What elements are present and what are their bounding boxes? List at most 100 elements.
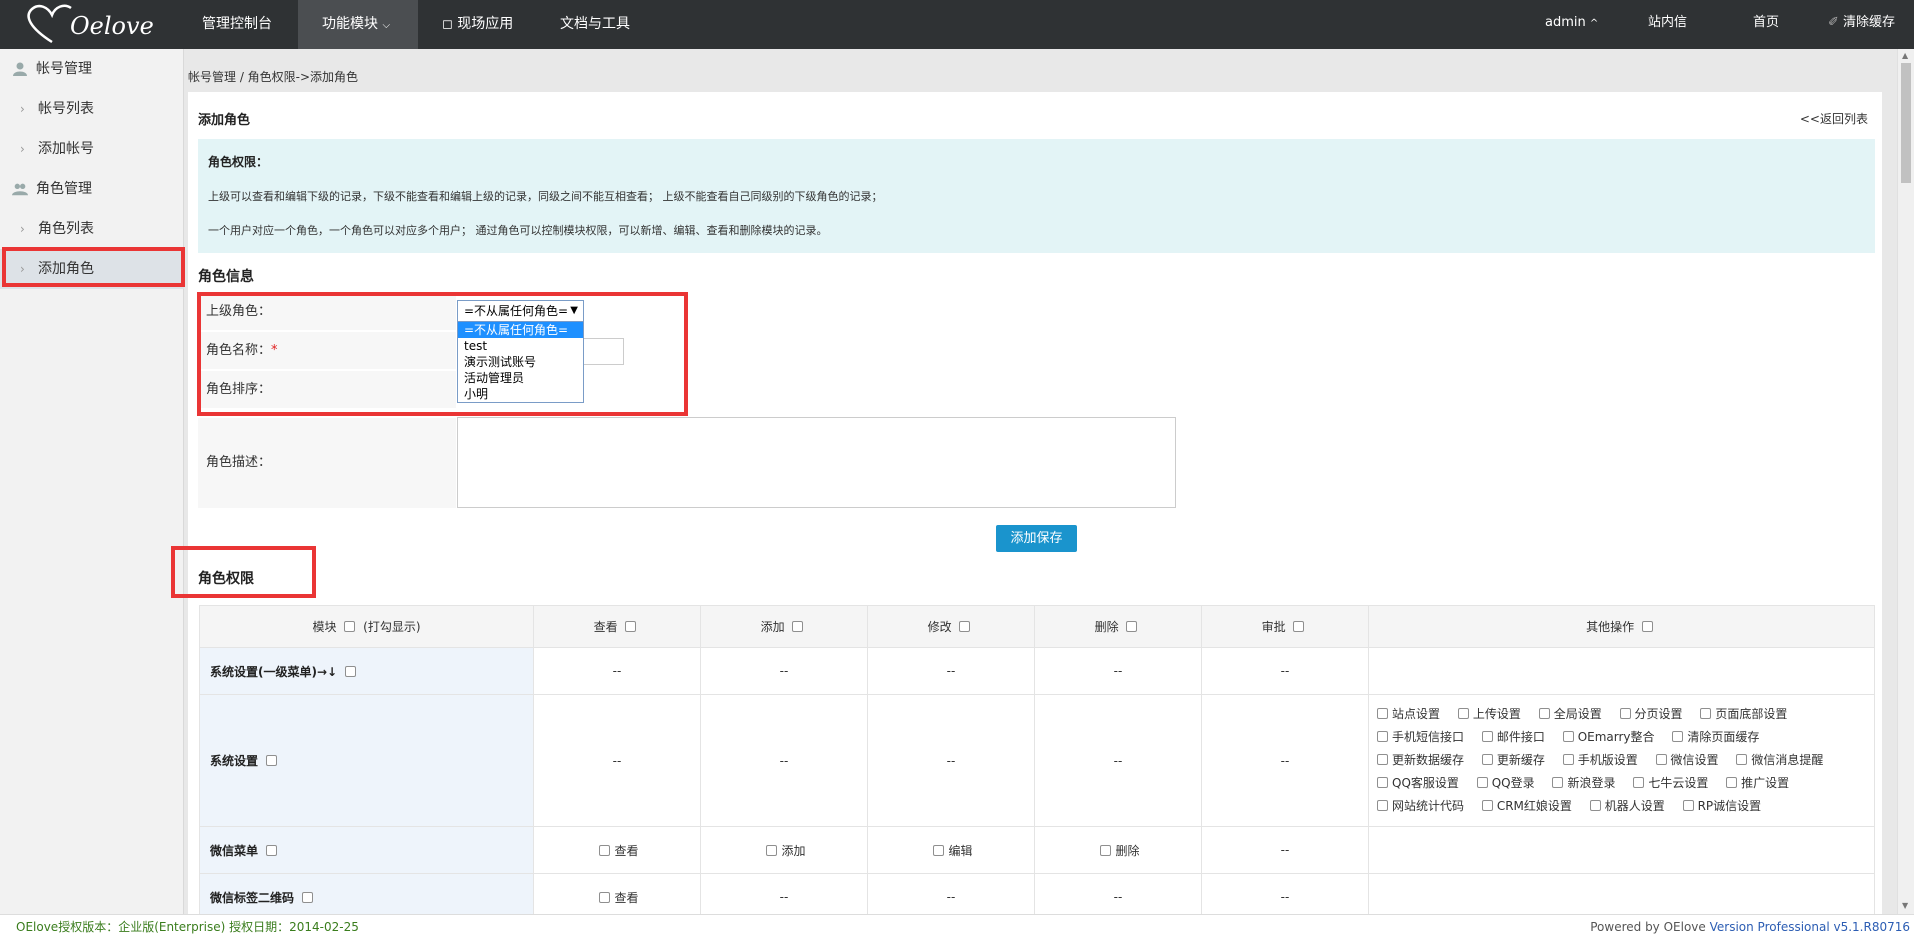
checkbox[interactable] [1481,731,1493,742]
checkbox[interactable] [1700,708,1712,719]
info-line: 上级可以查看和编辑下级的记录，下级不能查看和编辑上级的记录，同级之间不能互相查看… [208,190,883,203]
op-label: 添加 [781,843,806,858]
checkbox[interactable] [345,665,357,677]
checkbox[interactable] [1457,708,1469,719]
nav-home[interactable]: 首页 [1753,0,1779,49]
checkbox[interactable] [1377,708,1388,719]
info-line: 一个用户对应一个角色，一个角色可以对应多个用户； 通过角色可以控制模块权限，可以… [208,224,828,237]
checkbox[interactable] [266,755,278,766]
other-op-label: 网站统计代码 [1392,799,1465,813]
checkbox[interactable] [1481,754,1493,765]
sidebar-item-account-list[interactable]: › 帐号列表 [0,89,184,129]
checkbox[interactable] [1562,754,1574,765]
checkbox[interactable] [1377,731,1388,742]
other-op-item[interactable]: 全局设置 [1535,707,1602,721]
scroll-down-icon[interactable]: ▼ [1902,901,1908,910]
oelove-logo[interactable]: Oelove [22,2,162,47]
col-header-edit: 修改 [867,605,1035,648]
checkbox[interactable] [1377,754,1388,765]
checkbox[interactable] [599,844,611,856]
other-op-item[interactable]: 手机短信接口 [1373,730,1464,744]
nav-function-modules[interactable]: 功能模块 ⌵ [298,0,418,49]
checkbox[interactable] [625,621,637,632]
sidebar-group-roles[interactable]: 角色管理 [0,169,184,209]
other-op-item[interactable]: 机器人设置 [1586,799,1665,813]
back-to-list-link[interactable]: <<返回列表 [1800,110,1868,127]
nav-dashboard[interactable]: 管理控制台 [178,0,296,49]
checkbox[interactable] [1377,800,1388,811]
checkbox[interactable] [1538,708,1550,719]
checkbox[interactable] [1672,731,1684,742]
other-op-item[interactable]: 更新数据缓存 [1373,753,1464,767]
checkbox[interactable] [959,621,971,632]
sidebar-item-role-list[interactable]: › 角色列表 [0,209,184,249]
checkbox[interactable] [1726,777,1738,788]
nav-onsite-apps[interactable]: ◻ 现场应用 [418,0,537,49]
checkbox[interactable] [1562,731,1574,742]
other-op-item[interactable]: 微信设置 [1652,753,1719,767]
other-op-item[interactable]: 上传设置 [1454,707,1521,721]
checkbox[interactable] [1552,777,1564,788]
delete-cell: -- [1034,647,1202,695]
other-op-label: QQ客服设置 [1392,776,1459,790]
other-op-item[interactable]: 分页设置 [1616,707,1683,721]
chevron-down-icon: ⌵ [382,20,391,31]
checkbox[interactable] [266,844,278,856]
checkbox[interactable] [302,891,314,903]
checkbox[interactable] [1481,800,1493,811]
version-link[interactable]: Version Professional v5.1.R80716 [1710,920,1910,934]
checkbox[interactable] [1655,754,1667,765]
other-op-item[interactable]: RP诚信设置 [1679,799,1761,813]
scrollbar-thumb[interactable] [1901,63,1911,183]
role-desc-textarea[interactable] [457,417,1176,508]
highlight-box [2,247,185,287]
other-op-item[interactable]: 网站统计代码 [1373,799,1464,813]
checkbox[interactable] [1682,800,1694,811]
other-op-item[interactable]: 微信消息提醒 [1732,753,1823,767]
other-op-item[interactable]: 页面底部设置 [1696,707,1787,721]
page-title: 添加角色 [198,113,251,128]
checkbox[interactable] [1633,777,1645,788]
checkbox[interactable] [1589,800,1601,811]
sidebar-group-accounts[interactable]: 帐号管理 [0,49,184,89]
other-op-item[interactable]: 推广设置 [1722,776,1789,790]
checkbox[interactable] [1476,777,1488,788]
save-button[interactable]: 添加保存 [996,525,1077,552]
other-op-item[interactable]: 清除页面缓存 [1668,730,1759,744]
other-op-item[interactable]: 更新缓存 [1478,753,1545,767]
checkbox[interactable] [766,844,778,856]
checkbox[interactable] [599,891,611,903]
checkbox[interactable] [1100,844,1112,856]
other-op-item[interactable]: OEmarry整合 [1559,730,1655,744]
other-op-item[interactable]: 手机版设置 [1559,753,1638,767]
sidebar-item-add-account[interactable]: › 添加帐号 [0,129,184,169]
scroll-up-icon[interactable]: ▲ [1902,51,1908,60]
checkbox[interactable] [344,621,356,632]
nav-docs-tools[interactable]: 文档与工具 [536,0,654,49]
user-menu[interactable]: admin ^ [1545,0,1598,49]
other-op-label: 机器人设置 [1604,799,1665,813]
checkbox[interactable] [1641,621,1653,632]
checkbox[interactable] [1736,754,1748,765]
other-op-item[interactable]: QQ客服设置 [1373,776,1459,790]
checkbox[interactable] [1619,708,1631,719]
other-op-label: 手机版设置 [1577,753,1638,767]
checkbox[interactable] [1293,621,1305,632]
other-op-item[interactable]: 七牛云设置 [1629,776,1708,790]
other-op-item[interactable]: QQ登录 [1473,776,1535,790]
other-op-label: 推广设置 [1741,776,1790,790]
clear-cache-button[interactable]: ✐ 清除缓存 [1828,0,1895,49]
other-op-item[interactable]: CRM红娘设置 [1478,799,1572,813]
chevron-right-icon: › [20,142,25,156]
checkbox[interactable] [1377,777,1388,788]
other-op-item[interactable]: 新浪登录 [1548,776,1615,790]
op-label: 编辑 [948,843,973,858]
nav-messages[interactable]: 站内信 [1648,0,1687,49]
vertical-scrollbar[interactable]: ▲ ▼ [1897,49,1914,914]
other-op-item[interactable]: 邮件接口 [1478,730,1545,744]
checkbox[interactable] [1126,621,1138,632]
checkbox[interactable] [792,621,804,632]
checkbox[interactable] [933,844,945,856]
other-op-item[interactable]: 站点设置 [1373,707,1440,721]
module-name: 系统设置(一级菜单)→↓ [210,664,338,679]
